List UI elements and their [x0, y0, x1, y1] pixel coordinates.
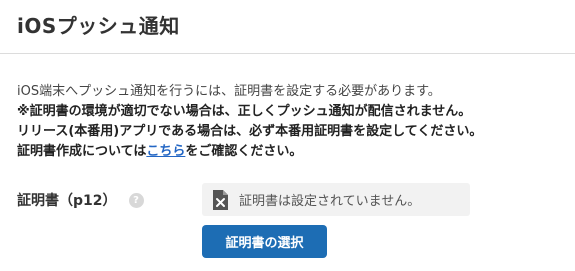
certificate-status-box: 証明書は設定されていません。 [202, 183, 470, 216]
certificate-label-text: 証明書（p12） [17, 193, 117, 209]
title-divider [0, 53, 575, 54]
description-line-1: iOS端末へプッシュ通知を行うには、証明書を設定する必要があります。 [17, 84, 441, 99]
certificate-field-label: 証明書（p12） ? [17, 190, 144, 210]
description-block: iOS端末へプッシュ通知を行うには、証明書を設定する必要があります。 ※証明書の… [17, 82, 572, 162]
description-guide-line: 証明書作成についてはこちらをご確認ください。 [17, 142, 572, 162]
guide-text-after: をご確認ください。 [185, 144, 303, 159]
description-warning-line: ※証明書の環境が適切でない場合は、正しくプッシュ通知が配信されません。 [17, 104, 472, 119]
certificate-status-text: 証明書は設定されていません。 [239, 194, 421, 209]
select-certificate-button[interactable]: 証明書の選択 [202, 225, 327, 258]
help-icon[interactable]: ? [128, 192, 144, 208]
section-title: iOSプッシュ通知 [17, 14, 180, 38]
ios-push-settings-panel: iOSプッシュ通知 iOS端末へプッシュ通知を行うには、証明書を設定する必要があ… [0, 0, 575, 271]
description-release-line: リリース(本番用)アプリである場合は、必ず本番用証明書を設定してください。 [17, 124, 483, 139]
guide-link[interactable]: こちら [146, 144, 185, 159]
guide-text-before: 証明書作成については [17, 144, 147, 159]
file-x-icon [213, 189, 228, 210]
